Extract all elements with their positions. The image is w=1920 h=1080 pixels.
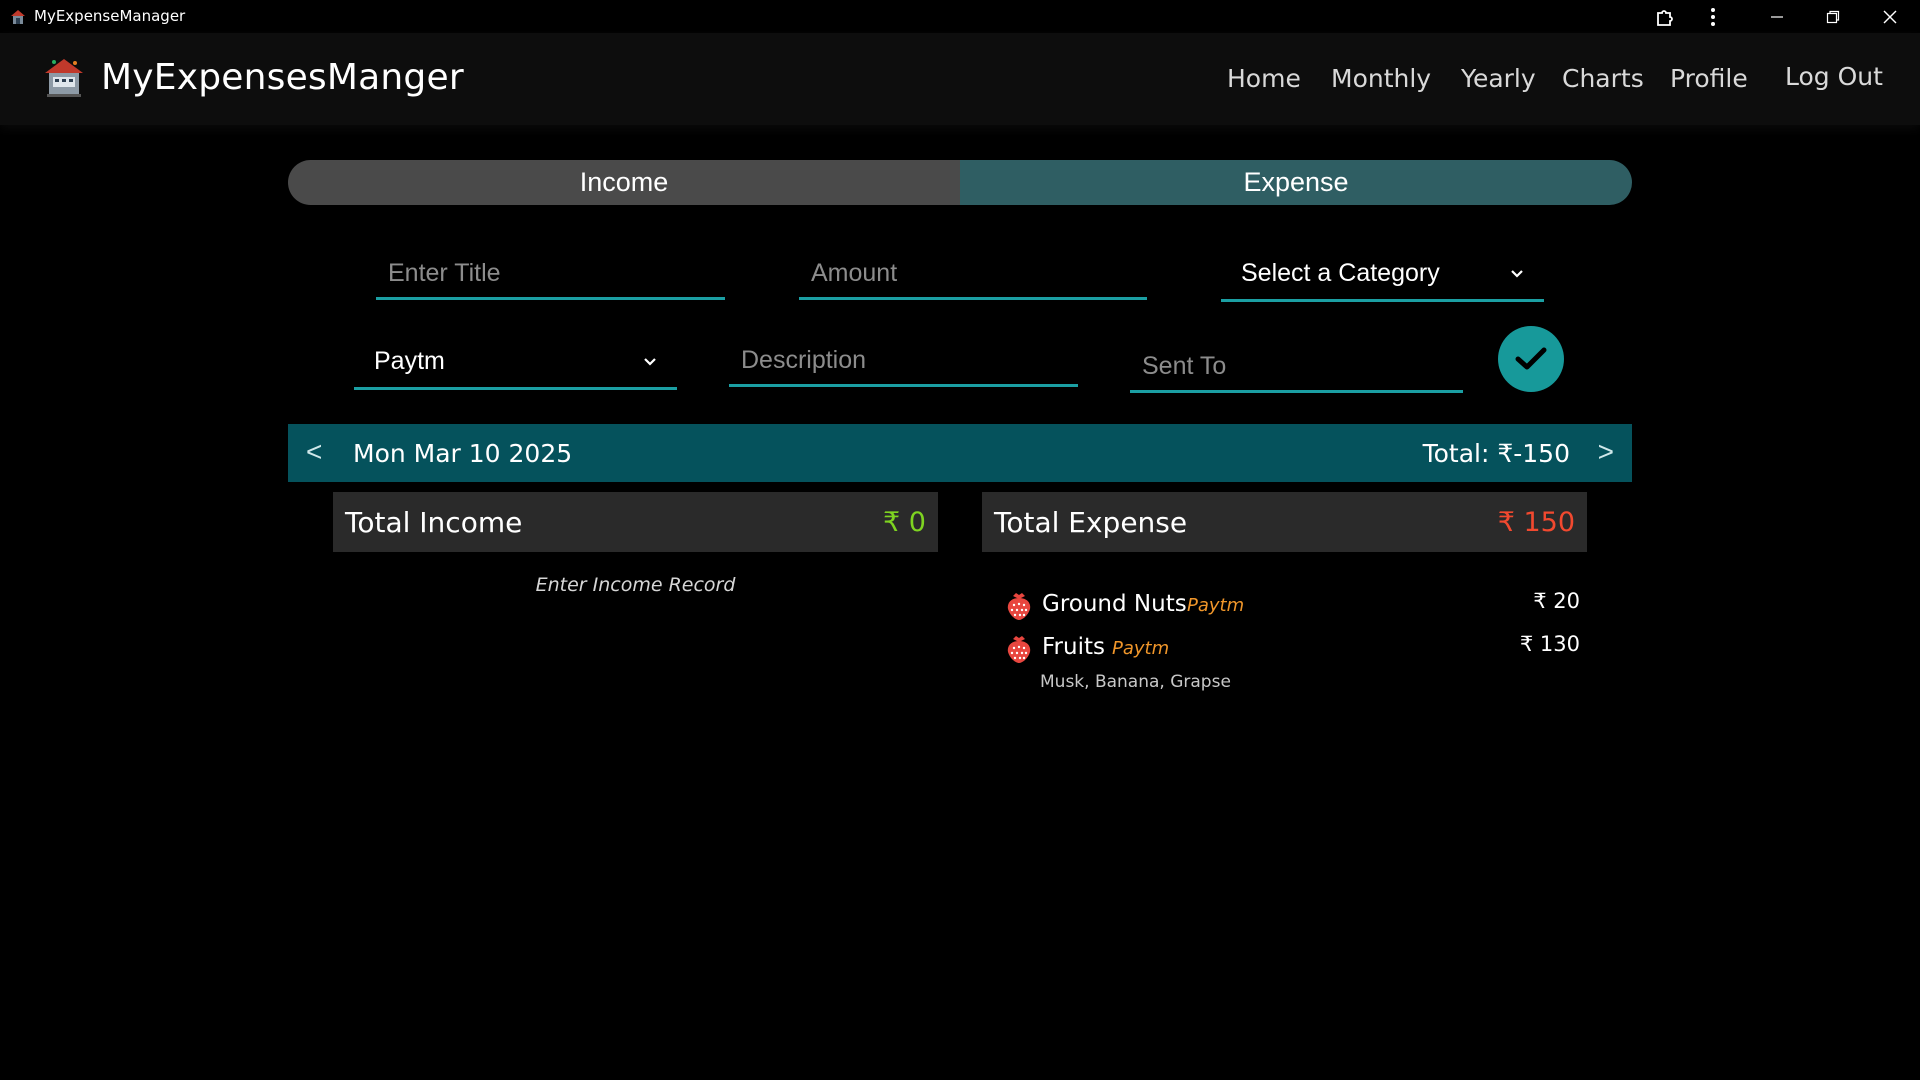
expense-amount: ₹ 20: [1533, 589, 1580, 613]
chevron-down-icon: [1511, 269, 1523, 278]
description-input[interactable]: [741, 346, 1078, 375]
total-income-amount: ₹ 0: [883, 506, 926, 538]
prev-day-button[interactable]: <: [306, 436, 322, 468]
chevron-down-icon: [644, 357, 656, 366]
income-expense-toggle: Income Expense: [288, 160, 1632, 205]
check-icon: [1515, 347, 1547, 370]
income-empty-note: Enter Income Record: [535, 574, 736, 596]
close-icon[interactable]: [1867, 0, 1913, 33]
strawberry-icon: [1007, 636, 1031, 663]
list-item[interactable]: Fruits Paytm ₹ 130 Musk, Banana, Grapse: [1004, 632, 1580, 692]
more-options-icon[interactable]: [1690, 0, 1736, 33]
extensions-icon[interactable]: [1642, 0, 1688, 33]
window-titlebar: MyExpenseManager: [0, 0, 1920, 33]
title-field: [376, 250, 725, 300]
minimize-icon[interactable]: [1754, 0, 1800, 33]
nav-charts[interactable]: Charts: [1562, 64, 1644, 93]
title-input[interactable]: [388, 259, 725, 288]
expense-name: Ground Nuts: [1042, 591, 1187, 617]
payment-method-value: Paytm: [374, 347, 445, 375]
current-date: Mon Mar 10 2025: [353, 439, 573, 468]
payment-method-select[interactable]: Paytm: [354, 336, 677, 390]
nav-yearly[interactable]: Yearly: [1461, 64, 1536, 93]
app-header: MyExpensesManger Home Monthly Yearly Cha…: [0, 33, 1920, 125]
category-select-value: Select a Category: [1241, 259, 1440, 287]
expense-method: Paytm: [1112, 638, 1170, 659]
total-expense-amount: ₹ 150: [1497, 506, 1575, 538]
expense-amount: ₹ 130: [1519, 632, 1580, 656]
description-field: [729, 337, 1078, 387]
tab-expense[interactable]: Expense: [960, 160, 1632, 205]
nav-home[interactable]: Home: [1227, 64, 1301, 93]
next-day-button[interactable]: >: [1598, 436, 1614, 468]
category-select[interactable]: Select a Category: [1221, 248, 1544, 302]
date-navigator: < Mon Mar 10 2025 Total: ₹-150 >: [288, 424, 1632, 482]
total-income-label: Total Income: [345, 505, 523, 539]
total-expense-label: Total Expense: [994, 505, 1188, 539]
house-logo-icon: [45, 59, 83, 97]
day-total: Total: ₹-150: [1422, 439, 1570, 468]
total-expense-card: Total Expense ₹ 150: [982, 492, 1587, 552]
list-item[interactable]: Ground Nuts Paytm ₹ 20: [1004, 589, 1580, 625]
amount-input[interactable]: [811, 259, 1147, 288]
sent-to-field: [1130, 343, 1463, 393]
expense-description: Musk, Banana, Grapse: [1040, 672, 1231, 692]
submit-button[interactable]: [1498, 326, 1564, 392]
amount-field: [799, 250, 1147, 300]
window-title: MyExpenseManager: [34, 7, 186, 25]
sent-to-input[interactable]: [1142, 352, 1463, 381]
brand-title: MyExpensesManger: [101, 57, 464, 98]
nav-monthly[interactable]: Monthly: [1331, 64, 1431, 93]
restore-icon[interactable]: [1810, 0, 1856, 33]
expense-method: Paytm: [1187, 595, 1245, 616]
nav-logout[interactable]: Log Out: [1785, 62, 1883, 91]
expense-name: Fruits: [1042, 634, 1105, 660]
nav-profile[interactable]: Profile: [1670, 64, 1748, 93]
strawberry-icon: [1007, 593, 1031, 620]
tab-income[interactable]: Income: [288, 160, 960, 205]
app-house-icon: [11, 10, 25, 24]
total-income-card: Total Income ₹ 0: [333, 492, 938, 552]
